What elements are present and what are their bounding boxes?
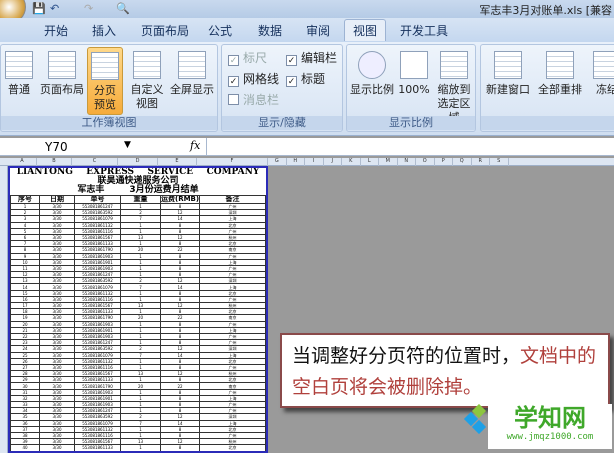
table-header: 备注: [199, 195, 266, 204]
column-header-p[interactable]: P: [435, 158, 453, 166]
save-icon[interactable]: 💾: [32, 2, 46, 15]
group-show-hide: ✓ 标尺 ✓ 编辑栏 ✓ 网格线 ✓ 标题 消息栏 显示/隐藏: [221, 44, 343, 132]
table-cell[interactable]: 1: [120, 444, 161, 451]
ruler-checkbox[interactable]: ✓ 标尺: [228, 49, 267, 66]
table-header: 序号: [10, 195, 40, 204]
column-header-m[interactable]: M: [379, 158, 398, 166]
table-header: 单号: [74, 195, 121, 204]
custom-views-icon: [133, 51, 161, 79]
group-zoom: 显示比例 100% 缩放到选定区域 显示比例: [346, 44, 476, 132]
column-header-l[interactable]: L: [361, 158, 379, 166]
group-window: 新建窗口 全部重排 冻结: [480, 44, 614, 132]
column-header-k[interactable]: K: [342, 158, 361, 166]
tab-home[interactable]: 开始: [44, 22, 68, 39]
column-header-s[interactable]: S: [490, 158, 509, 166]
normal-view-button[interactable]: 普通: [3, 51, 35, 97]
table-cell[interactable]: 40: [10, 444, 40, 451]
title-bar: 💾 ↶ ↷ 🔍 军志丰3月对账单.xls [兼容: [0, 0, 614, 24]
arrange-all-button[interactable]: 全部重排: [535, 51, 585, 97]
group-label: 显示/隐藏: [222, 116, 342, 130]
ribbon: 普通 页面布局 分页预览 自定义视图 全屏显示 工作簿视图 ✓ 标尺 ✓ 编辑栏 ✓…: [0, 42, 614, 136]
column-header-d[interactable]: D: [118, 158, 158, 166]
magnifier-icon: [358, 51, 386, 79]
group-workbook-views: 普通 页面布局 分页预览 自定义视图 全屏显示 工作簿视图: [0, 44, 218, 132]
freeze-panes-icon: [593, 51, 614, 79]
table-cell[interactable]: 北京: [199, 444, 266, 451]
page-100-icon: [400, 51, 428, 79]
column-header-o[interactable]: O: [416, 158, 435, 166]
group-label: 工作簿视图: [1, 116, 217, 130]
page-break-preview-button[interactable]: 分页预览: [87, 47, 123, 115]
page-break-icon: [91, 52, 119, 80]
group-label: 显示比例: [347, 116, 475, 130]
tab-page-layout[interactable]: 页面布局: [141, 22, 189, 39]
table-header: 重量: [120, 195, 161, 204]
column-header-b[interactable]: B: [37, 158, 72, 166]
table-cell[interactable]: 8: [160, 444, 200, 451]
divider: [206, 138, 207, 156]
column-header-e[interactable]: E: [158, 158, 197, 166]
column-header-q[interactable]: Q: [453, 158, 472, 166]
print-preview-icon[interactable]: 🔍: [116, 2, 130, 15]
column-header-r[interactable]: R: [472, 158, 490, 166]
window-title: 军志丰3月对账单.xls [兼容: [479, 4, 612, 17]
column-header-i[interactable]: I: [305, 158, 324, 166]
tab-view[interactable]: 视图: [344, 19, 387, 41]
full-screen-icon: [178, 51, 206, 79]
new-window-button[interactable]: 新建窗口: [483, 51, 533, 97]
zoom-selection-icon: [440, 51, 468, 79]
arrange-all-icon: [546, 51, 574, 79]
full-screen-button[interactable]: 全屏显示: [167, 51, 217, 97]
fx-icon[interactable]: fx: [190, 139, 200, 152]
table-cell[interactable]: 3/30: [39, 444, 75, 451]
tab-data[interactable]: 数据: [258, 22, 282, 39]
custom-views-button[interactable]: 自定义视图: [129, 51, 165, 111]
column-header-n[interactable]: N: [398, 158, 416, 166]
redo-icon[interactable]: ↷: [84, 2, 93, 15]
column-header-g[interactable]: G: [268, 158, 287, 166]
table-cell[interactable]: 553081861133: [74, 444, 121, 451]
tab-formulas[interactable]: 公式: [208, 22, 232, 39]
zoom-100-button[interactable]: 100%: [397, 51, 431, 97]
table-header: 运费(RMB): [160, 195, 200, 204]
column-header-j[interactable]: J: [324, 158, 342, 166]
tab-developer[interactable]: 开发工具: [400, 22, 448, 39]
print-page: LIANTONG EXPRESS SERVICE COMPANY 联昊通快递服务公司 …: [8, 166, 268, 453]
column-header-a[interactable]: A: [8, 158, 37, 166]
column-header-h[interactable]: H: [287, 158, 305, 166]
normal-view-icon: [5, 51, 33, 79]
table-header: 日期: [39, 195, 75, 204]
undo-icon[interactable]: ↶: [50, 2, 59, 15]
instruction-callout: 当调整好分页符的位置时，文档中的空白页将会被删除掉。: [280, 333, 610, 408]
column-header-f[interactable]: F: [197, 158, 268, 166]
formula-bar: Y70 ▼ fx: [0, 138, 614, 156]
page-layout-icon: [48, 51, 76, 79]
gridlines-checkbox[interactable]: ✓ 网格线: [228, 70, 279, 87]
message-bar-checkbox[interactable]: 消息栏: [228, 91, 279, 108]
ribbon-tabs: 开始 插入 页面布局 公式 数据 审阅 视图 开发工具: [0, 18, 614, 42]
zoom-to-selection-button[interactable]: 缩放到选定区域: [433, 51, 475, 125]
row-headers: [0, 166, 8, 453]
zoom-button[interactable]: 显示比例: [349, 51, 395, 97]
group-label: [481, 116, 614, 130]
freeze-panes-button[interactable]: 冻结: [587, 51, 614, 97]
column-header-c[interactable]: C: [72, 158, 118, 166]
tab-review[interactable]: 审阅: [306, 22, 330, 39]
statement-table: 序号 日期 单号 重量 运费(RMB) 备注 1 3/30 553081861247 1 8 广州 2…: [10, 195, 266, 451]
chevron-down-icon[interactable]: ▼: [124, 140, 131, 150]
page-layout-view-button[interactable]: 页面布局: [37, 51, 87, 97]
table-row: 40 3/30 553081861133 1 8 北京: [10, 444, 266, 451]
formula-bar-checkbox[interactable]: ✓ 编辑栏: [286, 49, 337, 66]
column-headers: ABCDEFGHIJKLMNOPQRS: [0, 158, 614, 166]
headings-checkbox[interactable]: ✓ 标题: [286, 70, 325, 87]
new-window-icon: [494, 51, 522, 79]
statement-subtitle: 军志丰 3月份运费月结单: [77, 185, 199, 195]
tab-insert[interactable]: 插入: [92, 22, 116, 39]
watermark: 学知网 www.jmqz1000.com: [488, 404, 612, 449]
name-box[interactable]: Y70: [45, 140, 68, 154]
